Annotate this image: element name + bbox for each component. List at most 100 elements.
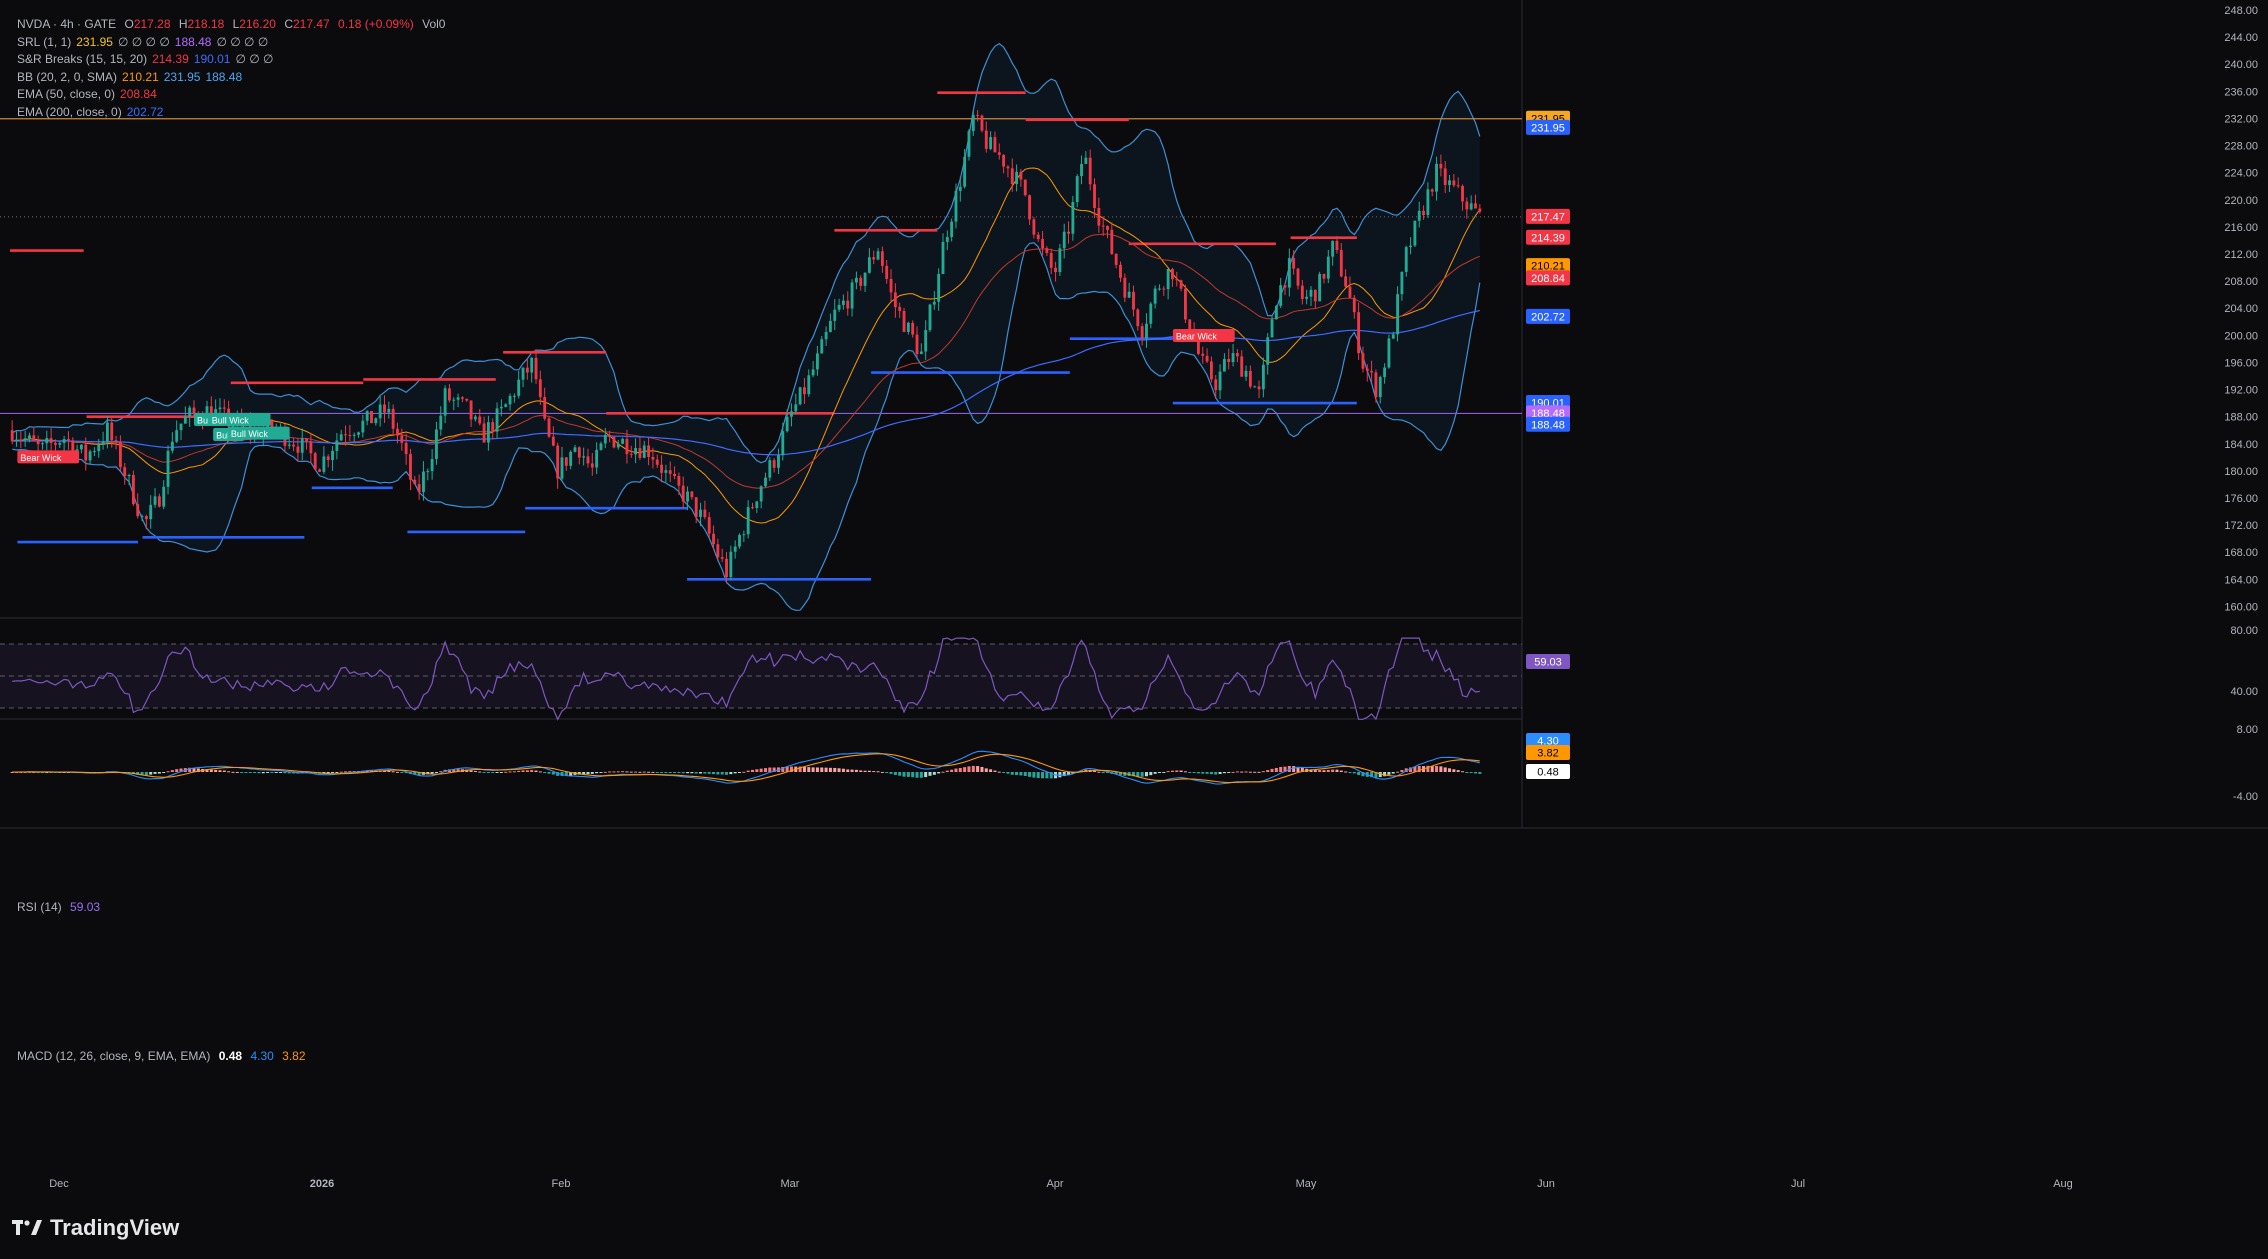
macd-histogram-bar	[664, 772, 668, 773]
candle	[413, 479, 417, 485]
macd-histogram-bar	[482, 772, 486, 773]
macd-histogram-bar	[629, 771, 633, 773]
candle	[1305, 296, 1309, 299]
candle	[1331, 240, 1335, 257]
price-tick: 196.00	[2224, 357, 2258, 369]
macd-histogram-bar	[681, 772, 685, 774]
candle	[331, 450, 334, 460]
macd-histogram-bar	[1019, 772, 1023, 776]
candle	[1361, 353, 1365, 369]
macd-histogram-bar	[876, 771, 880, 773]
macd-histogram-bar	[833, 767, 837, 772]
brand-name: TradingView	[50, 1215, 180, 1240]
candle	[1309, 289, 1313, 297]
macd-histogram-bar	[954, 768, 958, 772]
candle	[170, 441, 174, 451]
macd-histogram-bar	[647, 771, 651, 773]
macd-histogram-bar	[439, 771, 443, 773]
indicator-name: BB (20, 2, 0, SMA)	[17, 69, 118, 84]
chart-legend: NVDA · 4h · GATE O217.28 H218.18 L216.20…	[17, 16, 445, 121]
close-label: C	[284, 17, 293, 31]
macd-histogram-bar	[266, 772, 270, 773]
macd-tick: -4.00	[2233, 791, 2258, 803]
macd-histogram-bar	[1218, 772, 1222, 775]
candle	[1439, 163, 1443, 169]
macd-histogram-bar	[733, 772, 737, 774]
macd-histogram-bar	[911, 772, 915, 778]
macd-histogram-bar	[885, 772, 889, 773]
candle	[616, 443, 620, 448]
candle	[1140, 326, 1144, 339]
candle	[729, 551, 733, 578]
macd-histogram-bar	[1153, 772, 1157, 774]
candle	[149, 504, 153, 520]
candle	[45, 438, 49, 444]
macd-histogram-bar	[984, 768, 988, 772]
candle	[131, 474, 135, 505]
macd-histogram-bar	[1227, 772, 1231, 773]
candle	[911, 322, 915, 335]
indicator-value: 188.48	[174, 34, 212, 49]
candle	[127, 474, 131, 477]
macd-histogram-bar	[525, 770, 529, 772]
macd-histogram-bar	[1101, 772, 1105, 773]
candle	[287, 444, 291, 446]
candle	[872, 257, 876, 260]
candle	[365, 411, 369, 421]
candle	[473, 416, 477, 420]
candle	[460, 397, 464, 399]
price-axis: 160.00 164.00 168.00 172.00 176.00 180.00 184.…	[2224, 5, 2258, 613]
price-tick: 232.00	[2224, 113, 2258, 125]
candle	[586, 456, 590, 464]
macd-histogram-bar	[1192, 772, 1196, 773]
candle	[1426, 189, 1430, 216]
macd-histogram-bar	[534, 770, 538, 772]
candle	[175, 430, 179, 442]
macd-histogram-bar	[850, 769, 854, 772]
candle	[950, 221, 954, 238]
candle	[1318, 273, 1322, 302]
macd-histogram-bar	[660, 772, 664, 773]
candle	[1352, 297, 1356, 313]
time-tick: May	[1296, 1178, 1317, 1190]
macd-histogram-bar	[538, 771, 542, 773]
candle	[1114, 253, 1118, 265]
candle	[863, 272, 867, 286]
macd-histogram-bar	[950, 769, 954, 772]
macd-histogram-bar	[153, 772, 157, 774]
candle	[707, 517, 711, 534]
candle	[1088, 157, 1092, 185]
candle	[84, 444, 88, 461]
macd-histogram-bar	[231, 771, 235, 773]
candle	[898, 307, 902, 312]
macd-histogram-bar	[1244, 771, 1248, 773]
candle	[880, 251, 884, 266]
candle	[1054, 267, 1057, 273]
macd-histogram-bar	[941, 771, 945, 773]
candle	[582, 456, 586, 458]
price-tick: 216.00	[2224, 222, 2258, 234]
candle	[694, 497, 698, 517]
candle	[32, 435, 36, 441]
candle	[378, 404, 382, 419]
price-tag-text: 217.47	[1531, 211, 1565, 223]
candle	[409, 454, 412, 480]
macd-histogram-bar	[1162, 772, 1166, 773]
candle	[738, 535, 741, 547]
legend-row: EMA (200, close, 0) 202.72	[17, 104, 445, 122]
candle	[1279, 285, 1283, 306]
rsi-value: 59.03	[70, 900, 101, 914]
candle	[1404, 247, 1408, 272]
macd-histogram-bar	[1443, 767, 1447, 772]
macd-histogram-bar	[1439, 766, 1443, 772]
macd-histogram-bar	[1041, 772, 1045, 779]
tradingview-logo[interactable]: TradingView	[12, 1215, 179, 1241]
price-chart[interactable]: Bear WickBu Bull WickBull Bull WickBear Wi…	[0, 0, 2268, 1259]
candle	[971, 115, 975, 131]
macd-histogram-bar	[763, 768, 767, 772]
candle	[854, 277, 858, 283]
candle	[1097, 207, 1101, 226]
candle	[1145, 323, 1148, 339]
low-value: 216.20	[239, 17, 276, 31]
macd-histogram-bar	[227, 771, 231, 773]
